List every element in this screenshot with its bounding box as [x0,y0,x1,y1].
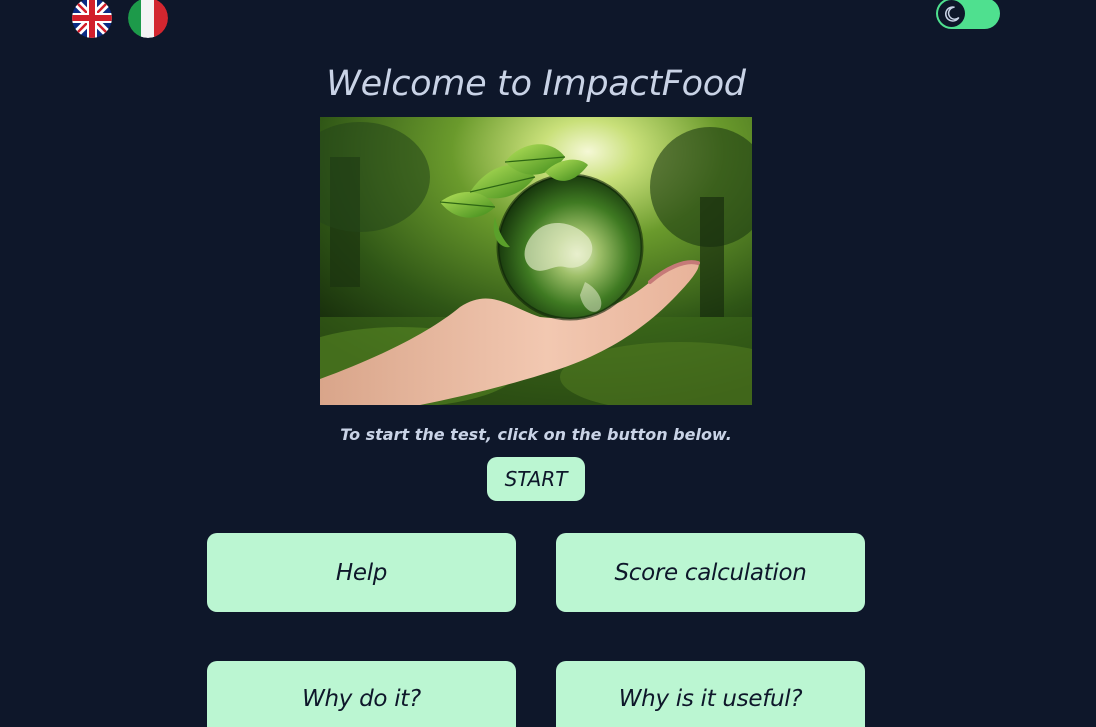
language-english-button[interactable] [72,0,112,38]
page-title: Welcome to ImpactFood [326,64,746,104]
why-do-it-button[interactable]: Why do it? [207,661,516,727]
home-page: Welcome to ImpactFood To start the test,… [0,0,1096,727]
start-instruction: To start the test, click on the button b… [340,425,732,444]
hand-holding-earth-image [320,117,752,405]
moon-icon [944,5,959,22]
dark-mode-toggle[interactable] [936,0,1000,29]
score-calculation-button[interactable]: Score calculation [556,533,865,612]
hero-image [320,117,752,405]
language-italian-button[interactable] [128,0,168,38]
start-button[interactable]: START [487,457,585,501]
toggle-knob [938,0,965,27]
uk-flag-icon [72,0,112,38]
italy-flag-icon [128,0,168,38]
help-button[interactable]: Help [207,533,516,612]
why-is-it-useful-button[interactable]: Why is it useful? [556,661,865,727]
